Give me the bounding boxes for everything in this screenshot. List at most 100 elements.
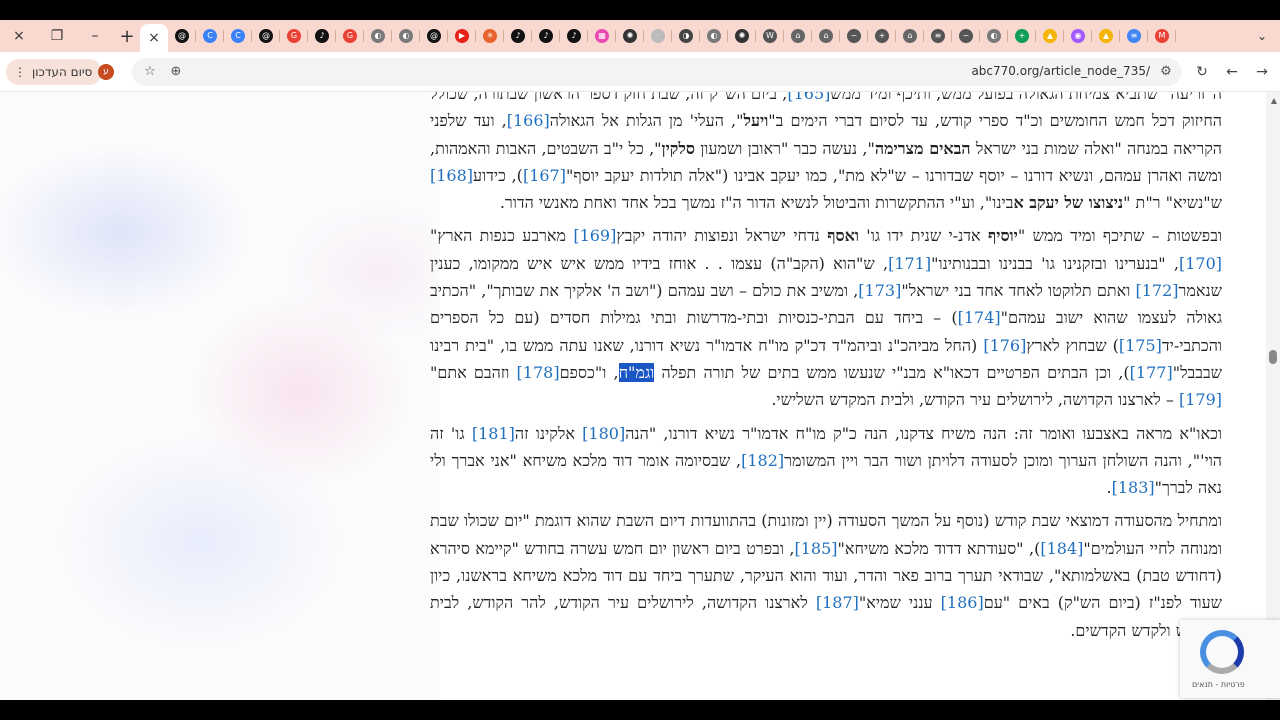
footnote-link[interactable]: [171] — [888, 254, 931, 273]
tab-drive-icon[interactable]: ▲ — [1036, 20, 1064, 52]
tab-threads-icon[interactable]: @ — [252, 20, 280, 52]
tab-search-icon[interactable]: ⌄ — [1250, 24, 1274, 48]
tab-tiktok-icon[interactable]: ♪ — [560, 20, 588, 52]
tab-globe-icon[interactable]: ◐ — [700, 20, 728, 52]
footnote-link[interactable]: [185] — [794, 539, 837, 558]
footnote-link[interactable]: [175] — [1119, 336, 1162, 355]
tab-openai-icon[interactable]: ✺ — [728, 20, 756, 52]
gmail-icon: M — [1155, 29, 1169, 43]
footnote-link[interactable]: [187] — [816, 593, 859, 612]
text: נדחי ישראל ונפוצות יהודה יקבץ — [616, 226, 828, 246]
tab-plus-box-icon[interactable]: + — [868, 20, 896, 52]
footnote-link[interactable]: [167] — [523, 166, 566, 185]
paragraph-3: וכאו"א מראה באצבעו ואומר זה: הנה משיח צד… — [430, 420, 1222, 502]
avatar[interactable]: ע — [98, 64, 114, 80]
tab-openai-icon[interactable]: ✺ — [616, 20, 644, 52]
tab-youtube-icon[interactable]: ▶ — [448, 20, 476, 52]
footnote-link[interactable]: [184] — [1040, 539, 1083, 558]
footnote-link[interactable]: [168] — [430, 166, 473, 185]
tab-half-moon-icon[interactable]: ◑ — [672, 20, 700, 52]
tab-gallery-icon[interactable]: ▦ — [588, 20, 616, 52]
back-icon[interactable]: ← — [1224, 64, 1240, 80]
asterisk-icon: ✳ — [483, 29, 497, 43]
footnote-link[interactable]: [176] — [983, 336, 1026, 355]
footnote-link[interactable]: [166] — [507, 111, 550, 130]
minimize-window-icon[interactable]: – — [76, 20, 114, 52]
tab-sheets-plus-icon[interactable]: + — [1008, 20, 1036, 52]
tab-google-icon[interactable]: G — [336, 20, 364, 52]
tab-temple-icon[interactable]: ⌂ — [896, 20, 924, 52]
footnote-link[interactable]: [174] — [958, 308, 1001, 327]
footnote-link[interactable]: [178] — [517, 363, 560, 382]
tab-chrome-icon[interactable]: C — [224, 20, 252, 52]
tab-blank-icon[interactable]: · — [644, 20, 672, 52]
tab-gmail-icon[interactable]: M — [1148, 20, 1176, 52]
tab-tiktok-icon[interactable]: ♪ — [532, 20, 560, 52]
footnote-link[interactable]: [183] — [1112, 478, 1155, 497]
tab-temple-icon[interactable]: ⌂ — [812, 20, 840, 52]
youtube-icon: ▶ — [455, 29, 469, 43]
tab-threads-icon[interactable]: @ — [420, 20, 448, 52]
top-letterbox — [0, 0, 1280, 20]
footnote-link[interactable]: [179] — [1179, 390, 1222, 409]
background-artwork — [0, 92, 440, 700]
text: אלקינו זה — [514, 423, 583, 443]
close-tab-icon[interactable]: × — [148, 30, 160, 46]
tab-asterisk-icon[interactable]: ✳ — [476, 20, 504, 52]
close-window-icon[interactable]: × — [0, 20, 38, 52]
scrollbar-thumb[interactable] — [1269, 350, 1277, 364]
footnote-link[interactable]: [180] — [582, 424, 625, 443]
new-tab-button[interactable]: + — [114, 20, 140, 52]
tab-wiki-icon[interactable]: W — [756, 20, 784, 52]
footnote-link[interactable]: [165] — [787, 92, 830, 103]
restore-window-icon[interactable]: ❐ — [38, 20, 76, 52]
menu-icon[interactable]: ⋮ — [14, 65, 26, 79]
forward-icon[interactable]: → — [1254, 64, 1270, 80]
footnote-link[interactable]: [186] — [941, 593, 984, 612]
text: – לארצנו הקדושה, לירושלים עיר הקודש, ולב… — [771, 390, 1179, 410]
footnote-link[interactable]: [170] — [1179, 254, 1222, 273]
footnote-link[interactable]: [169] — [573, 226, 616, 245]
address-bar[interactable]: ☆ ⊕ abc770.org/article_node_735/ ⚙ — [132, 58, 1182, 86]
tab-squiggle-icon[interactable]: ~ — [952, 20, 980, 52]
url-text[interactable]: abc770.org/article_node_735/ — [971, 64, 1150, 78]
tab-globe-icon[interactable]: ◐ — [980, 20, 1008, 52]
plus-box-icon: + — [875, 29, 889, 43]
tab-tiktok-icon[interactable]: ♪ — [504, 20, 532, 52]
tab-docs-icon[interactable]: ≡ — [1120, 20, 1148, 52]
site-settings-icon[interactable]: ⚙ — [1158, 64, 1174, 80]
tab-globe-icon[interactable]: ◐ — [364, 20, 392, 52]
star-icon[interactable]: ☆ — [142, 64, 158, 80]
recaptcha-terms[interactable]: פרטיות - תנאים — [1192, 680, 1245, 689]
tab-threads-icon[interactable]: @ — [168, 20, 196, 52]
tab-temple-icon[interactable]: ⌂ — [784, 20, 812, 52]
text: ", העלי' מן הגלות אל הגאולה — [549, 111, 744, 131]
footnote-link[interactable]: [173] — [858, 281, 901, 300]
footnote-link[interactable]: [182] — [741, 451, 784, 470]
recaptcha-badge[interactable]: פרטיות - תנאים — [1180, 620, 1280, 698]
profile-chip[interactable]: סיום העדכון ⋮ — [6, 59, 103, 85]
tab-figma-icon[interactable]: ◉ — [1064, 20, 1092, 52]
tab-tiktok-icon[interactable]: ♪ — [308, 20, 336, 52]
tab-globe-icon[interactable]: ◐ — [392, 20, 420, 52]
active-tab[interactable]: × — [140, 24, 168, 52]
tab-drive-icon[interactable]: ▲ — [1092, 20, 1120, 52]
reload-icon[interactable]: ↻ — [1194, 64, 1210, 80]
tab-squiggle-icon[interactable]: ~ — [840, 20, 868, 52]
tab-site-icon[interactable]: ≡ — [924, 20, 952, 52]
openai-icon: ✺ — [623, 29, 637, 43]
article-body: ה"זריעה" שתביא צמיחת הגאולה בפועל ממש, ו… — [430, 92, 1222, 650]
profile-label: סיום העדכון — [32, 65, 93, 79]
selected-text[interactable]: וגמ"ח — [618, 362, 655, 382]
footnote-link[interactable]: [172] — [1135, 281, 1178, 300]
tab-chrome-icon[interactable]: C — [196, 20, 224, 52]
zoom-icon[interactable]: ⊕ — [168, 64, 184, 80]
tab-google-icon[interactable]: G — [280, 20, 308, 52]
footnote-link[interactable]: [177] — [1130, 363, 1173, 382]
footnote-link[interactable]: [181] — [472, 424, 515, 443]
wiki-icon: W — [763, 29, 777, 43]
scrollbar[interactable]: ▲ ▼ — [1266, 92, 1280, 700]
scroll-up-icon[interactable]: ▲ — [1271, 96, 1277, 105]
bold-text: ויעל — [743, 111, 769, 131]
figma-icon: ◉ — [1071, 29, 1085, 43]
